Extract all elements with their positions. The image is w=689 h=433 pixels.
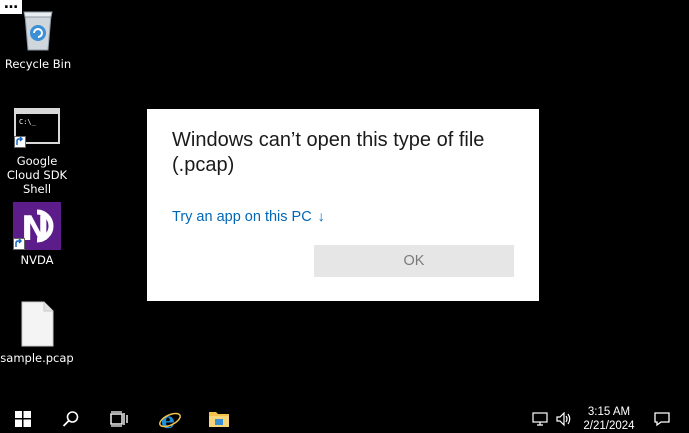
taskbar-clock[interactable]: 3:15 AM 2/21/2024 bbox=[578, 404, 640, 433]
desktop-icon-sample-pcap[interactable]: sample.pcap bbox=[0, 300, 75, 365]
try-app-link[interactable]: Try an app on this PC ↓ bbox=[172, 208, 325, 225]
command-prompt-icon: C:\_ bbox=[14, 108, 60, 148]
ok-button[interactable]: OK bbox=[314, 245, 514, 277]
file-icon bbox=[13, 300, 61, 348]
nvda-icon: N bbox=[13, 202, 61, 250]
svg-text:C:\_: C:\_ bbox=[19, 118, 37, 126]
desktop-icon-nvda[interactable]: N NVDA bbox=[0, 202, 75, 267]
dialog-title: Windows can’t open this type of file (.p… bbox=[172, 129, 485, 176]
svg-text:e: e bbox=[161, 408, 175, 431]
desktop-icon-label: sample.pcap bbox=[0, 351, 74, 365]
desktop-icon-label: NVDA bbox=[20, 253, 54, 267]
start-icon[interactable] bbox=[8, 404, 38, 433]
shortcut-arrow-icon bbox=[14, 136, 26, 148]
open-with-dialog: Windows can’t open this type of file (.p… bbox=[147, 109, 539, 301]
desktop-icon-google-cloud-sdk-shell[interactable]: C:\_ Google Cloud SDK Shell bbox=[0, 108, 75, 196]
internet-explorer-icon[interactable]: e bbox=[155, 404, 185, 433]
task-view-icon[interactable] bbox=[104, 404, 134, 433]
volume-icon[interactable] bbox=[555, 404, 575, 433]
desktop-icon-recycle-bin[interactable]: Recycle Bin bbox=[0, 6, 76, 71]
file-explorer-icon[interactable] bbox=[204, 404, 234, 433]
desktop-icon-label: Google Cloud SDK Shell bbox=[6, 154, 68, 196]
arrow-down-icon: ↓ bbox=[317, 208, 325, 224]
recycle-bin-icon bbox=[14, 6, 62, 54]
try-app-link-label: Try an app on this PC bbox=[172, 209, 312, 225]
taskbar: e 3:15 AM 2/21/2024 bbox=[0, 404, 689, 433]
notification-icon[interactable] bbox=[650, 404, 674, 433]
desktop-icon-label: Recycle Bin bbox=[4, 57, 72, 71]
search-icon[interactable] bbox=[56, 404, 86, 433]
clock-time: 3:15 AM bbox=[587, 406, 631, 418]
network-icon[interactable] bbox=[531, 404, 551, 433]
shortcut-arrow-icon bbox=[13, 238, 25, 250]
clock-date: 2/21/2024 bbox=[583, 420, 635, 432]
